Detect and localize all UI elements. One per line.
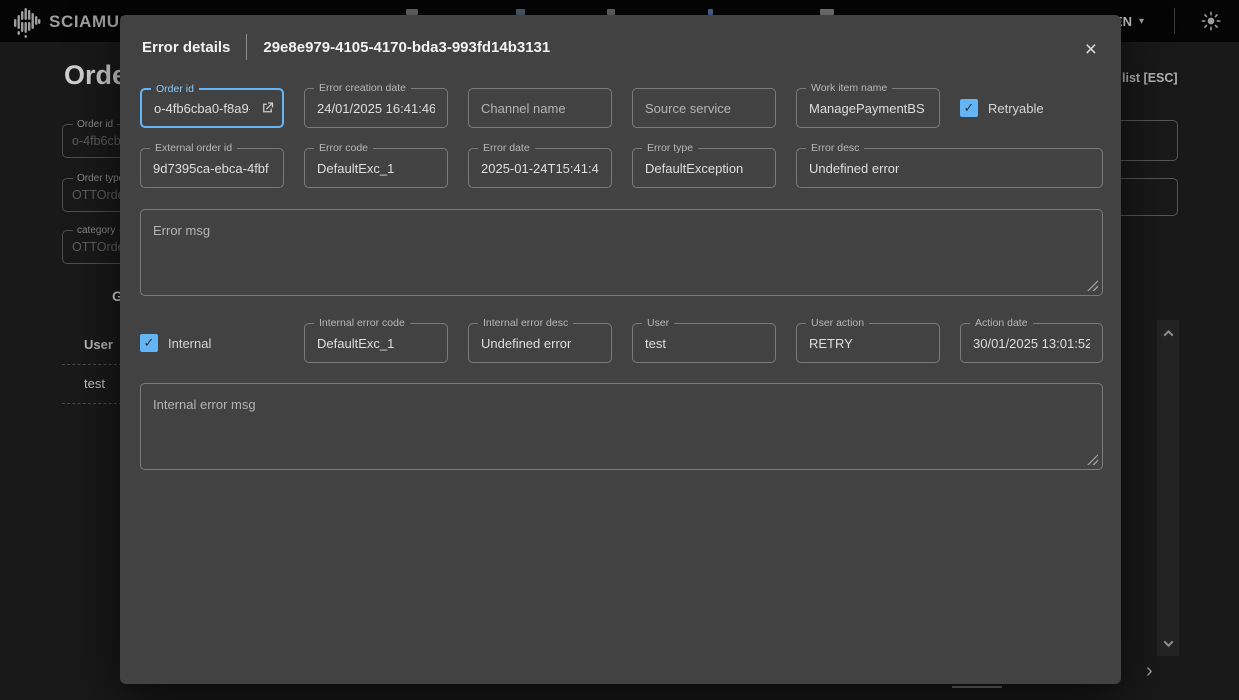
- user-field[interactable]: User: [632, 323, 776, 363]
- error-code-field[interactable]: Error code: [304, 148, 448, 188]
- error-desc-field[interactable]: Error desc: [796, 148, 1103, 188]
- action-date-field[interactable]: Action date: [960, 323, 1103, 363]
- brightness-sun-icon: [1201, 11, 1221, 31]
- chevron-down-icon: [1163, 637, 1173, 647]
- checkbox-label: Internal: [168, 336, 211, 351]
- field-label: Action date: [970, 317, 1033, 330]
- field-label: Internal error desc: [478, 317, 573, 330]
- chevron-up-icon: [1163, 329, 1173, 339]
- scroll-up-button[interactable]: [1157, 324, 1179, 342]
- user-action-field[interactable]: User action: [796, 323, 940, 363]
- field-label: External order id: [150, 142, 237, 155]
- order-id-field[interactable]: Order id: [140, 88, 284, 128]
- internal-checkbox[interactable]: ✓ Internal: [140, 323, 284, 363]
- work-item-name-field[interactable]: Work item name: [796, 88, 940, 128]
- field-label: Error type: [642, 142, 698, 155]
- field-label: User action: [806, 317, 869, 330]
- channel-name-input[interactable]: [469, 89, 611, 127]
- topbar-divider: [1174, 8, 1175, 34]
- scrollbar[interactable]: [1157, 320, 1179, 656]
- checkbox-label: Retryable: [988, 101, 1044, 116]
- error-creation-date-field[interactable]: Error creation date: [304, 88, 448, 128]
- brand-logo[interactable]: SCIAMUS: [12, 6, 132, 38]
- internal-error-msg-field[interactable]: [140, 383, 1103, 470]
- field-label: Internal error code: [314, 317, 410, 330]
- external-order-id-field[interactable]: External order id: [140, 148, 284, 188]
- title-divider: [246, 34, 247, 60]
- error-msg-field[interactable]: [140, 209, 1103, 296]
- error-type-field[interactable]: Error type: [632, 148, 776, 188]
- error-msg-textarea[interactable]: [141, 210, 1102, 295]
- field-label: Order id: [73, 119, 117, 130]
- internal-error-code-field[interactable]: Internal error code: [304, 323, 448, 363]
- channel-name-field[interactable]: [468, 88, 612, 128]
- field-label: Error date: [478, 142, 535, 155]
- background-field-fragment[interactable]: [1114, 178, 1178, 216]
- dialog-header: Error details 29e8e979-4105-4170-bda3-99…: [142, 29, 1097, 65]
- waveform-brain-logo-icon: [12, 6, 42, 38]
- source-service-field[interactable]: [632, 88, 776, 128]
- table-row[interactable]: test: [62, 365, 122, 404]
- paginator-next-button[interactable]: ›: [1146, 661, 1153, 681]
- internal-error-msg-textarea[interactable]: [141, 384, 1102, 469]
- rows-per-page-underline: [952, 686, 1002, 688]
- field-label: User: [642, 317, 674, 330]
- error-details-dialog: Error details 29e8e979-4105-4170-bda3-99…: [120, 15, 1121, 684]
- source-service-input[interactable]: [633, 89, 775, 127]
- back-to-list-link[interactable]: list [ESC]: [1122, 71, 1178, 85]
- close-button[interactable]: ×: [1085, 39, 1097, 60]
- field-label: category: [73, 225, 119, 236]
- dialog-title: Error details: [142, 39, 230, 56]
- scroll-down-button[interactable]: [1157, 634, 1179, 652]
- error-date-field[interactable]: Error date: [468, 148, 612, 188]
- internal-error-desc-field[interactable]: Internal error desc: [468, 323, 612, 363]
- background-field-fragment[interactable]: [1114, 120, 1178, 161]
- field-label: Order id: [151, 83, 199, 96]
- field-value: OTTOrde: [72, 188, 125, 202]
- field-label: Error desc: [806, 142, 864, 155]
- field-value: o-4fb6cb: [72, 134, 121, 148]
- error-record-id: 29e8e979-4105-4170-bda3-993fd14b3131: [263, 39, 550, 56]
- open-in-new-icon[interactable]: [260, 101, 275, 116]
- page-title: Orde: [64, 60, 127, 91]
- field-value: OTTOrde: [72, 240, 125, 254]
- checkbox-checked-icon: ✓: [960, 99, 978, 117]
- retryable-checkbox[interactable]: ✓ Retryable: [960, 88, 1044, 128]
- table-header-user: User: [62, 326, 122, 365]
- field-label: Error code: [314, 142, 373, 155]
- chevron-down-icon: ▾: [1139, 16, 1144, 27]
- field-label: Work item name: [806, 82, 892, 95]
- checkbox-checked-icon: ✓: [140, 334, 158, 352]
- field-label: Error creation date: [314, 82, 411, 95]
- theme-toggle-button[interactable]: [1201, 11, 1221, 31]
